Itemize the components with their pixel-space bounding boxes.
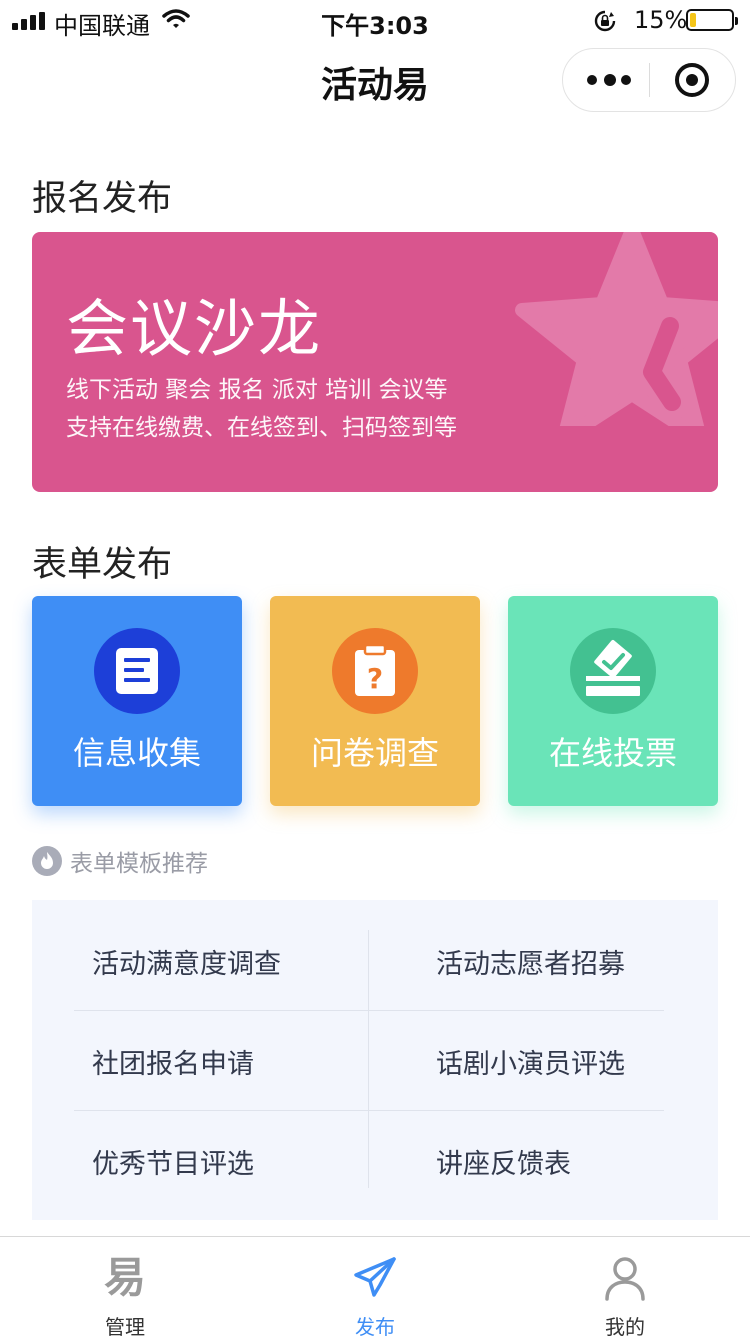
template-item[interactable]: 活动志愿者招募 [436,942,625,981]
tab-publish[interactable]: 发布 [250,1237,500,1339]
person-icon [600,1253,650,1303]
section-title-signup: 报名发布 [32,179,173,219]
battery-icon [686,9,738,31]
svg-text:?: ? [367,662,383,695]
battery-percent: 15% [634,6,688,34]
banner-desc-line1: 线下活动 聚会 报名 派对 培训 会议等 [66,377,448,403]
star-icon [515,232,718,426]
section-title-form: 表单发布 [32,545,173,585]
banner-desc-line2: 支持在线缴费、在线签到、扫码签到等 [66,415,457,441]
ballot-box-icon [570,628,656,714]
more-icon[interactable] [587,69,631,91]
card-label: 在线投票 [548,734,677,772]
template-item[interactable]: 优秀节目评选 [92,1142,254,1181]
banner-meeting-salon[interactable]: 会议沙龙 线下活动 聚会 报名 派对 培训 会议等 支持在线缴费、在线签到、扫码… [32,232,718,492]
card-online-voting[interactable]: 在线投票 [508,596,718,806]
target-icon[interactable] [675,63,709,97]
card-questionnaire[interactable]: ? 问卷调查 [270,596,480,806]
template-item[interactable]: 话剧小演员评选 [436,1042,625,1081]
rotation-lock-icon [594,10,616,32]
capsule-menu [562,48,736,112]
card-label: 问卷调查 [310,734,439,772]
template-header-text: 表单模板推荐 [70,851,208,877]
card-label: 信息收集 [72,734,201,772]
manage-icon: 易 [103,1253,146,1302]
template-item[interactable]: 活动满意度调查 [92,942,281,981]
template-item[interactable]: 讲座反馈表 [436,1142,571,1181]
template-item[interactable]: 社团报名申请 [92,1042,254,1081]
paper-plane-icon [350,1253,400,1303]
tab-label: 管理 [105,1315,145,1339]
fire-icon [32,846,62,876]
clipboard-question-icon: ? [332,628,418,714]
tab-label: 我的 [605,1315,645,1339]
status-bar: 中国联通 下午3:03 15% [0,0,750,40]
document-icon [94,628,180,714]
tab-label: 发布 [355,1315,395,1339]
tab-mine[interactable]: 我的 [500,1237,750,1339]
tab-bar: 易 管理 发布 我的 [0,1236,750,1339]
banner-title: 会议沙龙 [66,292,323,365]
battery-fill [690,13,696,27]
card-info-collection[interactable]: 信息收集 [32,596,242,806]
tab-manage[interactable]: 易 管理 [0,1237,250,1339]
template-list: 活动满意度调查 活动志愿者招募 社团报名申请 话剧小演员评选 优秀节目评选 讲座… [32,900,718,1220]
